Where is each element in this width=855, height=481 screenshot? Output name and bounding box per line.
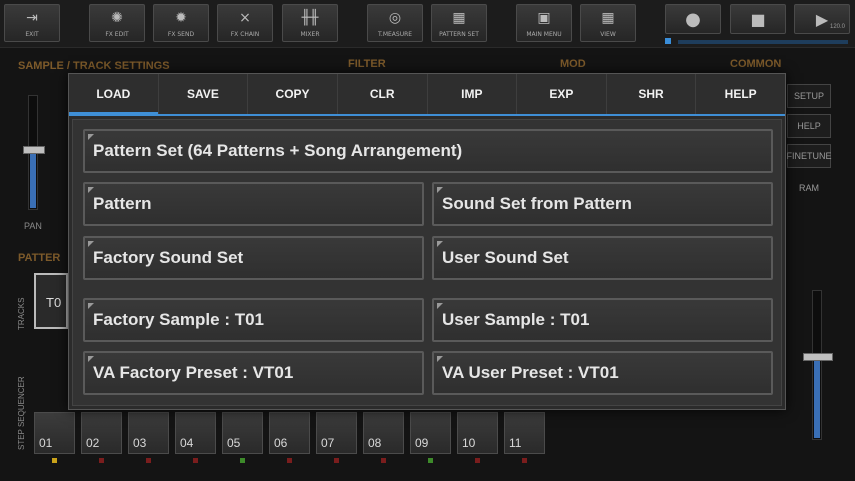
- pan-fader-handle[interactable]: [23, 146, 45, 154]
- load-va-factory-preset-button[interactable]: VA Factory Preset : VT01: [83, 351, 424, 395]
- metronome-icon: ◎: [388, 10, 402, 26]
- pan-fader[interactable]: [23, 95, 45, 210]
- dialog-tab-bar: LOAD SAVE COPY CLR IMP EXP SHR HELP: [69, 74, 785, 116]
- tab-shr[interactable]: SHR: [607, 74, 697, 114]
- step-led: [522, 458, 527, 463]
- step-led: [381, 458, 386, 463]
- ram-label: RAM: [799, 183, 819, 193]
- load-va-user-preset-button[interactable]: VA User Preset : VT01: [432, 351, 773, 395]
- gear-icon: ✹: [175, 10, 187, 26]
- finetune-button[interactable]: FINETUNE: [787, 144, 832, 168]
- step-led: [428, 458, 433, 463]
- step-led: [334, 458, 339, 463]
- step-led: [287, 458, 292, 463]
- load-user-sound-set-button[interactable]: User Sound Set: [432, 236, 773, 280]
- close-icon: ×: [239, 10, 251, 26]
- load-user-sample-button[interactable]: User Sample : T01: [432, 298, 773, 342]
- tab-clr[interactable]: CLR: [338, 74, 428, 114]
- box-icon: ▣: [537, 10, 551, 26]
- step-button[interactable]: 08: [363, 412, 404, 454]
- step-button[interactable]: 07: [316, 412, 357, 454]
- fx-edit-button[interactable]: ✺ FX EDIT: [89, 4, 145, 42]
- step-button[interactable]: 01: [34, 412, 75, 454]
- step-led: [193, 458, 198, 463]
- help-side-button[interactable]: HELP: [787, 114, 831, 138]
- tracks-label: TRACKS: [17, 297, 26, 330]
- sliders-icon: ╫╫: [301, 10, 319, 26]
- tab-load[interactable]: LOAD: [69, 74, 159, 116]
- grid-icon: ▦: [452, 10, 466, 26]
- sun-icon: ✺: [111, 10, 123, 26]
- record-button[interactable]: ●: [665, 4, 721, 34]
- step-button[interactable]: 10: [457, 412, 498, 454]
- step-led: [146, 458, 151, 463]
- mixer-button[interactable]: ╫╫ MIXER: [282, 4, 338, 42]
- master-volume-level: [814, 356, 820, 438]
- step-button[interactable]: 03: [128, 412, 169, 454]
- master-volume-fader[interactable]: [803, 290, 833, 440]
- step-button[interactable]: 05: [222, 412, 263, 454]
- load-factory-sound-set-button[interactable]: Factory Sound Set: [83, 236, 424, 280]
- fx-chain-button[interactable]: × FX CHAIN: [217, 4, 273, 42]
- record-icon: ●: [685, 8, 701, 30]
- dialog-body: Pattern Set (64 Patterns + Song Arrangem…: [72, 119, 782, 406]
- load-pattern-set-button[interactable]: Pattern Set (64 Patterns + Song Arrangem…: [83, 129, 773, 173]
- pan-label: PAN: [24, 221, 42, 231]
- step-sequencer-label: STEP SEQUENCER: [17, 376, 26, 450]
- tab-imp[interactable]: IMP: [428, 74, 518, 114]
- tab-help[interactable]: HELP: [696, 74, 785, 114]
- pattern-set-dialog: LOAD SAVE COPY CLR IMP EXP SHR HELP Patt…: [68, 73, 786, 410]
- step-led: [99, 458, 104, 463]
- pattern-set-button[interactable]: ▦ PATTERN SET: [431, 4, 487, 42]
- song-progress-bar[interactable]: [678, 40, 848, 44]
- fx-send-button[interactable]: ✹ FX SEND: [153, 4, 209, 42]
- mod-heading: MOD: [560, 58, 586, 70]
- filter-heading: FILTER: [348, 58, 386, 70]
- view-button[interactable]: ▦ VIEW: [580, 4, 636, 42]
- exit-icon: ⇥: [26, 10, 38, 26]
- load-sound-set-from-pattern-button[interactable]: Sound Set from Pattern: [432, 182, 773, 226]
- stop-button[interactable]: ■: [730, 4, 786, 34]
- main-menu-button[interactable]: ▣ MAIN MENU: [516, 4, 572, 42]
- track-tile[interactable]: T0: [34, 273, 68, 329]
- tab-copy[interactable]: COPY: [248, 74, 338, 114]
- tempo-readout: 120.0: [829, 24, 845, 30]
- tab-save[interactable]: SAVE: [159, 74, 249, 114]
- sample-track-settings-heading: SAMPLE / TRACK SETTINGS: [18, 60, 170, 72]
- step-button[interactable]: 06: [269, 412, 310, 454]
- step-led: [475, 458, 480, 463]
- top-toolbar: ⇥ EXIT ✺ FX EDIT ✹ FX SEND × FX CHAIN ╫╫…: [0, 0, 855, 48]
- step-led: [240, 458, 245, 463]
- setup-button[interactable]: SETUP: [787, 84, 831, 108]
- exit-button[interactable]: ⇥ EXIT: [4, 4, 60, 42]
- step-led: [52, 458, 57, 463]
- common-heading: COMMON: [730, 58, 782, 70]
- step-button[interactable]: 02: [81, 412, 122, 454]
- load-pattern-button[interactable]: Pattern: [83, 182, 424, 226]
- load-factory-sample-button[interactable]: Factory Sample : T01: [83, 298, 424, 342]
- stop-icon: ■: [750, 9, 766, 29]
- song-position-marker: [665, 38, 671, 44]
- patterns-heading: PATTER: [18, 252, 61, 264]
- tab-exp[interactable]: EXP: [517, 74, 607, 114]
- step-button[interactable]: 09: [410, 412, 451, 454]
- step-button[interactable]: 04: [175, 412, 216, 454]
- pan-fader-level: [30, 149, 36, 208]
- step-button[interactable]: 11: [504, 412, 545, 454]
- grid-icon: ▦: [601, 10, 615, 26]
- master-volume-handle[interactable]: [803, 353, 833, 361]
- t-measure-button[interactable]: ◎ T.MEASURE: [367, 4, 423, 42]
